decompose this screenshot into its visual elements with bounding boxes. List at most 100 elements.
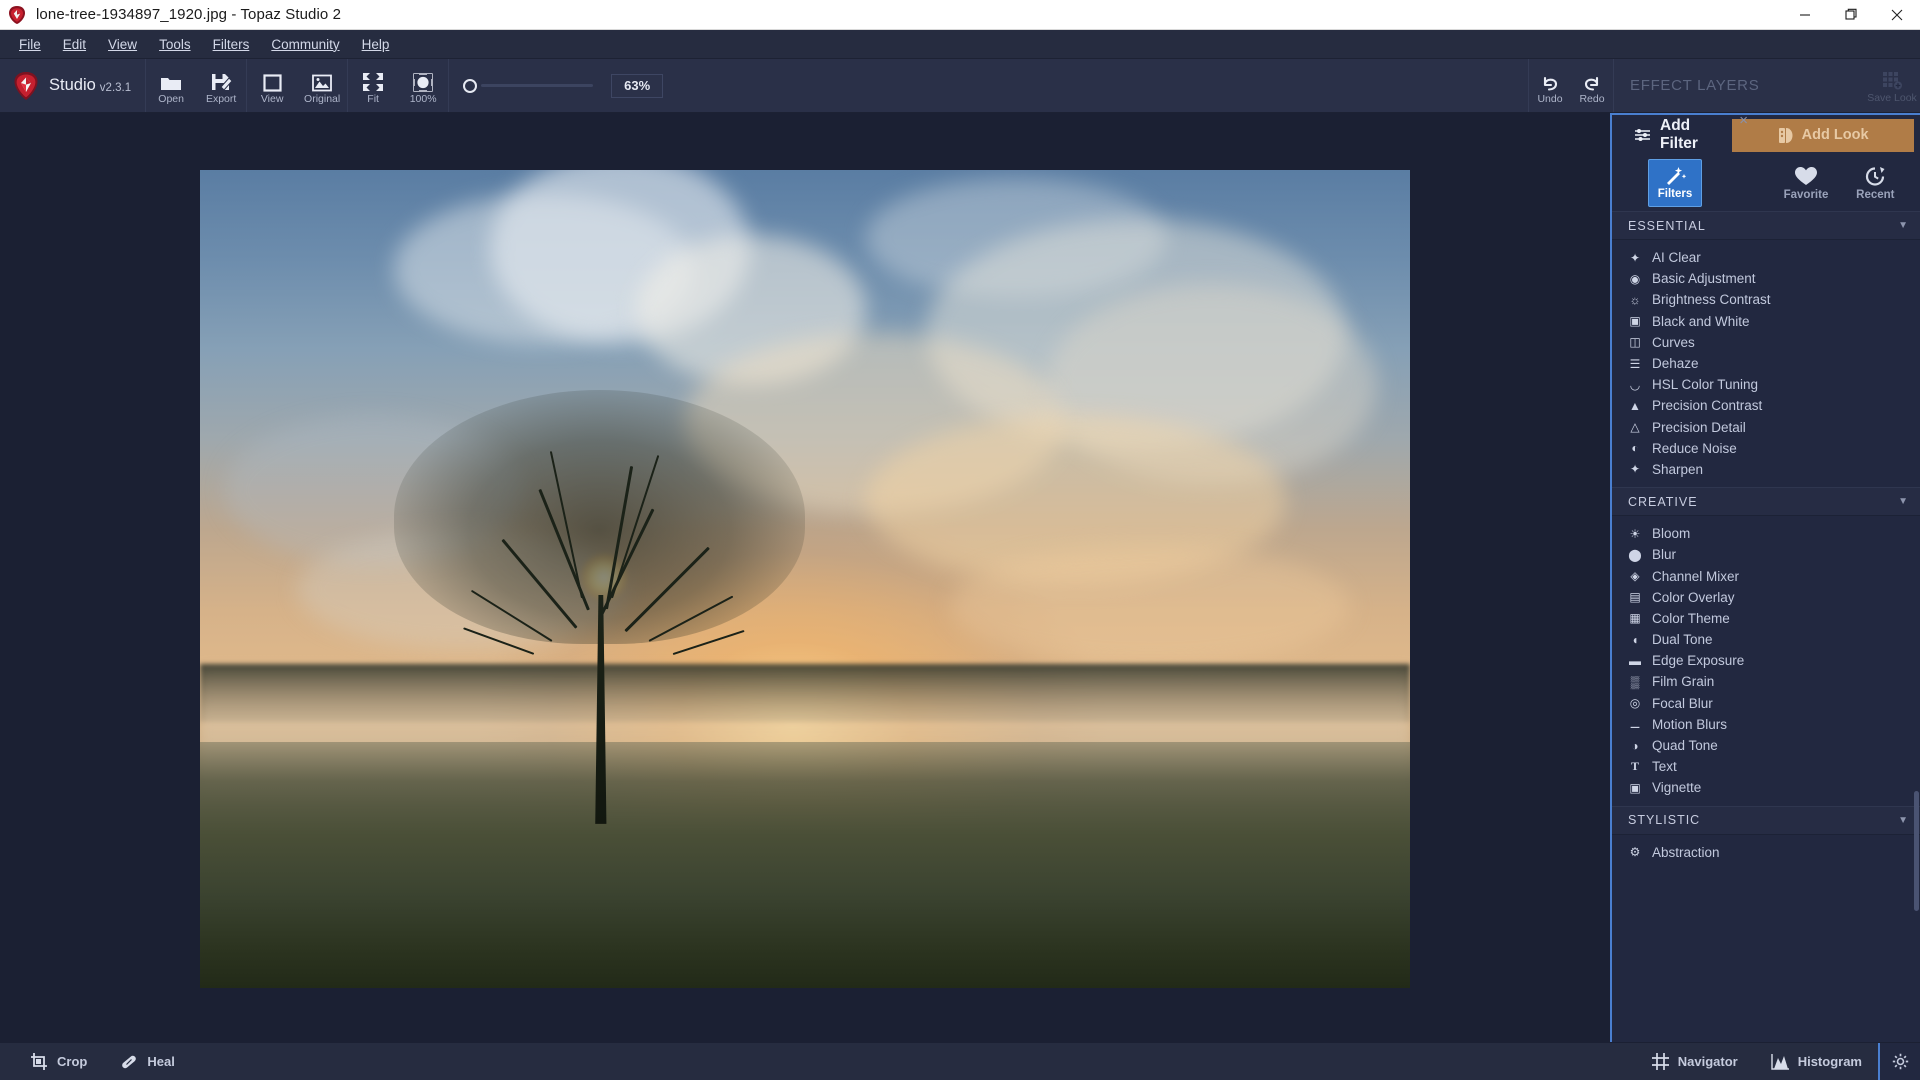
- filter-list[interactable]: ESSENTIAL ▼ ✦ AI Clear ◉ Basic Adjustment …: [1612, 211, 1920, 1042]
- zoom-slider-track[interactable]: [481, 84, 594, 87]
- crop-label: Crop: [57, 1054, 88, 1069]
- filter-label: Blur: [1652, 547, 1677, 563]
- section-header-essential[interactable]: ESSENTIAL ▼: [1612, 211, 1920, 240]
- clock-history-icon: [1864, 166, 1887, 187]
- filter-item-basic-adjustment[interactable]: ◉ Basic Adjustment: [1612, 268, 1920, 289]
- original-label: Original: [304, 93, 341, 105]
- list-gap: [1612, 516, 1920, 523]
- view-button[interactable]: View: [247, 59, 297, 112]
- filter-item-motion-blurs[interactable]: ⚊ Motion Blurs: [1612, 714, 1920, 735]
- brand-version: v2.3.1: [99, 81, 132, 94]
- mode-tab-filters[interactable]: Filters: [1648, 159, 1702, 207]
- histogram-button[interactable]: Histogram: [1754, 1043, 1878, 1080]
- filter-label: Dual Tone: [1652, 632, 1713, 648]
- filter-item-reduce-noise[interactable]: ◐ Reduce Noise: [1612, 438, 1920, 459]
- chevron-down-icon[interactable]: ▼: [1898, 220, 1908, 231]
- filter-item-precision-detail[interactable]: △ Precision Detail: [1612, 417, 1920, 438]
- chevron-down-icon[interactable]: ▼: [1898, 496, 1908, 507]
- filter-item-blur[interactable]: ⬤ Blur: [1612, 544, 1920, 565]
- redo-label: Redo: [1579, 93, 1605, 105]
- app-logo-icon: [6, 4, 28, 26]
- filter-item-color-theme[interactable]: ▦ Color Theme: [1612, 608, 1920, 629]
- view-tool-group: View Original: [247, 59, 349, 112]
- filter-item-black-and-white[interactable]: ▣ Black and White: [1612, 311, 1920, 332]
- redo-arrow-icon: [1581, 70, 1603, 92]
- minimize-button[interactable]: [1782, 0, 1828, 30]
- grid-navigator-icon: [1651, 1052, 1670, 1071]
- filter-item-quad-tone[interactable]: ◑ Quad Tone: [1612, 735, 1920, 756]
- zoom-value-field[interactable]: 63%: [611, 73, 664, 98]
- mode-tab-recent[interactable]: Recent: [1841, 159, 1910, 207]
- filter-label: Bloom: [1652, 526, 1691, 542]
- menu-item-tools[interactable]: Tools: [148, 33, 202, 56]
- filter-item-focal-blur[interactable]: ◎ Focal Blur: [1612, 693, 1920, 714]
- open-button[interactable]: Open: [146, 59, 196, 112]
- filter-label: Reduce Noise: [1652, 440, 1737, 456]
- filter-item-edge-exposure[interactable]: ▬ Edge Exposure: [1612, 650, 1920, 671]
- filter-item-channel-mixer[interactable]: ◈ Channel Mixer: [1612, 565, 1920, 586]
- menu-item-view[interactable]: View: [97, 33, 148, 56]
- filter-item-sharpen[interactable]: ✦ Sharpen: [1612, 459, 1920, 480]
- filter-item-curves[interactable]: ◫ Curves: [1612, 332, 1920, 353]
- filter-item-abstraction[interactable]: ⚙ Abstraction: [1612, 842, 1920, 863]
- filter-label: Basic Adjustment: [1652, 271, 1756, 287]
- curve-graph-icon: ◫: [1629, 335, 1641, 350]
- settings-button[interactable]: [1878, 1042, 1920, 1080]
- section-header-creative[interactable]: CREATIVE ▼: [1612, 487, 1920, 517]
- filter-list-scrollbar[interactable]: [1914, 791, 1919, 911]
- close-button[interactable]: [1874, 0, 1920, 30]
- filter-item-color-overlay[interactable]: ▤ Color Overlay: [1612, 587, 1920, 608]
- filter-label: Film Grain: [1652, 674, 1715, 690]
- menu-item-file[interactable]: File: [8, 33, 52, 56]
- filter-item-ai-clear[interactable]: ✦ AI Clear: [1612, 247, 1920, 268]
- canvas-area[interactable]: [0, 113, 1610, 1042]
- mode-tab-favorite[interactable]: Favorite: [1771, 159, 1840, 207]
- add-filter-tab[interactable]: Add Filter: [1634, 117, 1732, 153]
- menu-item-help[interactable]: Help: [351, 33, 401, 56]
- filter-item-dehaze[interactable]: ☰ Dehaze: [1612, 353, 1920, 374]
- filter-label: Vignette: [1652, 780, 1702, 796]
- original-button[interactable]: Original: [297, 59, 347, 112]
- filter-label: Curves: [1652, 334, 1695, 350]
- export-button[interactable]: Export: [196, 59, 246, 112]
- zoom-100-icon: [413, 70, 433, 92]
- filter-item-dual-tone[interactable]: ◖ Dual Tone: [1612, 629, 1920, 650]
- save-look-button[interactable]: Save Look: [1864, 59, 1920, 112]
- crop-button[interactable]: Crop: [14, 1043, 103, 1080]
- close-panel-icon[interactable]: ×: [1739, 112, 1748, 129]
- menu-item-edit[interactable]: Edit: [52, 33, 97, 56]
- photo-canvas[interactable]: [200, 169, 1410, 988]
- undo-arrow-icon: [1539, 70, 1561, 92]
- navigator-button[interactable]: Navigator: [1635, 1043, 1754, 1080]
- menu-filters-label: Filters: [212, 36, 250, 52]
- gear-icon: [1892, 1053, 1909, 1070]
- filter-item-vignette[interactable]: ▣ Vignette: [1612, 777, 1920, 798]
- photo-ground: [200, 742, 1410, 988]
- filter-label: Quad Tone: [1652, 738, 1718, 754]
- section-header-stylistic[interactable]: STYLISTIC ▼: [1612, 805, 1920, 835]
- filter-item-brightness-contrast[interactable]: ☼ Brightness Contrast: [1612, 289, 1920, 310]
- maximize-button[interactable]: [1828, 0, 1874, 30]
- fit-button[interactable]: Fit: [348, 59, 398, 112]
- menu-item-community[interactable]: Community: [260, 33, 350, 56]
- add-look-tab[interactable]: Add Look: [1732, 118, 1914, 152]
- menu-file-label: File: [19, 36, 41, 52]
- filter-item-bloom[interactable]: ☀ Bloom: [1612, 523, 1920, 544]
- chevron-down-icon[interactable]: ▼: [1898, 815, 1908, 826]
- heart-icon: [1794, 166, 1818, 187]
- brand-name: Studio: [49, 76, 96, 94]
- heal-button[interactable]: Heal: [103, 1043, 190, 1080]
- filter-item-precision-contrast[interactable]: ▲ Precision Contrast: [1612, 395, 1920, 416]
- undo-button[interactable]: Undo: [1529, 59, 1571, 112]
- menu-item-filters[interactable]: Filters: [202, 33, 261, 56]
- filter-item-text[interactable]: T Text: [1612, 756, 1920, 777]
- filter-item-hsl-color-tuning[interactable]: ◡ HSL Color Tuning: [1612, 374, 1920, 395]
- vignette-icon: ▣: [1629, 780, 1641, 795]
- mountain-icon: ▲: [1629, 398, 1641, 413]
- zoom-slider-handle[interactable]: [463, 78, 478, 93]
- zoom-100-button[interactable]: 100%: [398, 59, 448, 112]
- look-palette-icon: [1778, 127, 1793, 144]
- filter-item-film-grain[interactable]: ▒ Film Grain: [1612, 671, 1920, 692]
- redo-button[interactable]: Redo: [1571, 59, 1613, 112]
- abstraction-gear-icon: ⚙: [1629, 845, 1641, 860]
